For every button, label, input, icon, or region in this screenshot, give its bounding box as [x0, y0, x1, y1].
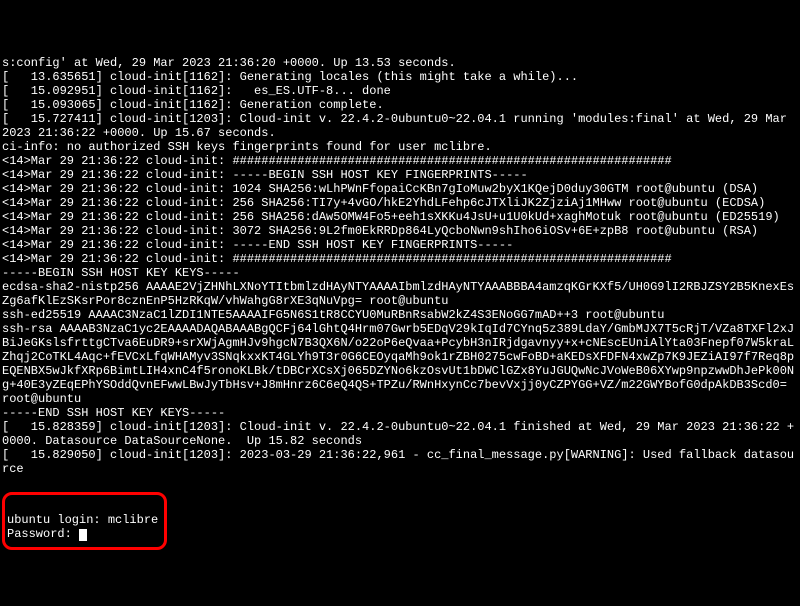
log-line: <14>Mar 29 21:36:22 cloud-init: ########…: [2, 154, 798, 168]
log-line: [ 13.635651] cloud-init[1162]: Generatin…: [2, 70, 798, 84]
log-line: ssh-ed25519 AAAAC3NzaC1lZDI1NTE5AAAAIFG5…: [2, 308, 798, 322]
login-section-highlight: ubuntu login: mclibre Password:: [2, 492, 167, 550]
password-prompt-label: Password:: [7, 527, 79, 541]
log-line: <14>Mar 29 21:36:22 cloud-init: -----END…: [2, 238, 798, 252]
text-cursor: [79, 529, 87, 541]
log-line: -----BEGIN SSH HOST KEY KEYS-----: [2, 266, 798, 280]
log-line: s:config' at Wed, 29 Mar 2023 21:36:20 +…: [2, 56, 798, 70]
log-line: <14>Mar 29 21:36:22 cloud-init: ########…: [2, 252, 798, 266]
log-line: [ 15.093065] cloud-init[1162]: Generatio…: [2, 98, 798, 112]
log-line: [ 15.092951] cloud-init[1162]: es_ES.UTF…: [2, 84, 798, 98]
log-line: [ 15.829050] cloud-init[1203]: 2023-03-2…: [2, 448, 798, 476]
login-username[interactable]: mclibre: [108, 513, 158, 527]
log-line: <14>Mar 29 21:36:22 cloud-init: 3072 SHA…: [2, 224, 798, 238]
log-line: ssh-rsa AAAAB3NzaC1yc2EAAAADAQABAAABgQCF…: [2, 322, 798, 406]
log-line: <14>Mar 29 21:36:22 cloud-init: 256 SHA2…: [2, 196, 798, 210]
log-line: <14>Mar 29 21:36:22 cloud-init: 256 SHA2…: [2, 210, 798, 224]
log-line: ci-info: no authorized SSH keys fingerpr…: [2, 140, 798, 154]
log-line: <14>Mar 29 21:36:22 cloud-init: 1024 SHA…: [2, 182, 798, 196]
log-line: <14>Mar 29 21:36:22 cloud-init: -----BEG…: [2, 168, 798, 182]
log-line: [ 15.727411] cloud-init[1203]: Cloud-ini…: [2, 112, 798, 140]
log-line: -----END SSH HOST KEY KEYS-----: [2, 406, 798, 420]
log-line: [ 15.828359] cloud-init[1203]: Cloud-ini…: [2, 420, 798, 448]
login-prompt-label: ubuntu login:: [7, 513, 108, 527]
boot-log: s:config' at Wed, 29 Mar 2023 21:36:20 +…: [2, 56, 798, 476]
log-line: ecdsa-sha2-nistp256 AAAAE2VjZHNhLXNoYTIt…: [2, 280, 798, 308]
